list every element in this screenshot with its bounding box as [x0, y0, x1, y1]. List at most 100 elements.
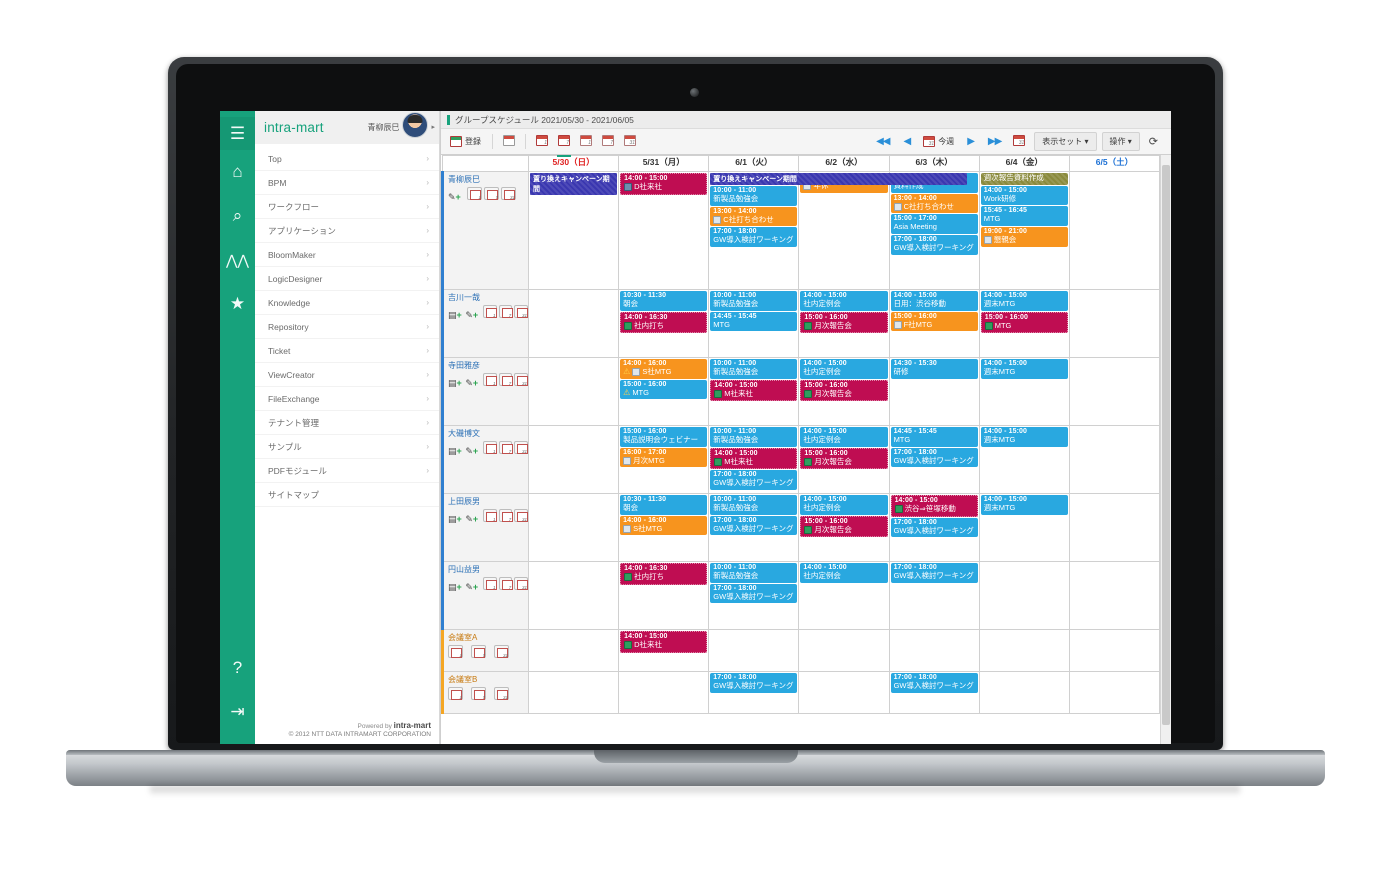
sidebar-item-2[interactable]: BPM › [255, 171, 439, 195]
calendar-event[interactable]: 14:45 - 15:45 MTG [710, 311, 798, 332]
sidebar-item-13[interactable]: サンプル › [255, 435, 439, 459]
sidebar-item-4[interactable]: アプリケーション › [255, 219, 439, 243]
calendar-event[interactable]: 10:00 - 11:00 新製品勉強会 [710, 427, 798, 447]
row-header-user[interactable]: 上田辰男 ▤+ ✎+ 1 7 31 [441, 493, 529, 562]
add-member-icon[interactable]: ▤+ [448, 305, 463, 320]
schedule-cell[interactable] [1068, 561, 1160, 630]
first-page-button[interactable]: ◀◀ [870, 134, 895, 149]
schedule-cell[interactable] [888, 629, 980, 672]
schedule-cell[interactable]: 14:00 - 15:00 D社来社 [618, 171, 710, 290]
view-list-icon[interactable] [499, 131, 519, 153]
people-icon[interactable]: ⋀⋀ [220, 238, 255, 282]
schedule-cell[interactable]: 10:00 - 11:00 新製品勉強会 14:00 - 15:00 M社来社 [708, 357, 800, 426]
campaign-banner-2[interactable]: 置り換えキャンペーン期間 [710, 173, 968, 185]
calendar-event[interactable]: 14:00 - 15:00 週末MTG [980, 427, 1068, 447]
sidebar-item-15[interactable]: サイトマップ [255, 483, 439, 507]
schedule-cell[interactable]: 14:00 - 15:00 社内定例会 [798, 561, 890, 630]
next-page-button[interactable]: ▶ [961, 134, 980, 149]
sidebar-item-3[interactable]: ワークフロー › [255, 195, 439, 219]
schedule-cell[interactable] [1068, 425, 1160, 494]
month-schedule-icon[interactable]: 31 [494, 687, 509, 700]
add-member-icon[interactable]: ▤+ [448, 441, 463, 456]
refresh-button[interactable]: ⟳ [1142, 133, 1165, 150]
schedule-cell[interactable] [978, 561, 1070, 630]
today-button[interactable]: 31 今週 [918, 134, 959, 149]
calendar-event[interactable]: 17:00 - 18:00 GW導入検討ワーキング [890, 563, 978, 583]
calendar-event[interactable]: 15:00 - 16:00 月次報告会 [800, 311, 888, 334]
day-schedule-icon[interactable]: 1 [482, 373, 497, 386]
month-schedule-icon[interactable]: 31 [514, 373, 528, 386]
calendar-event[interactable]: 14:00 - 15:00 週末MTG [980, 291, 1068, 311]
calendar-event[interactable]: 10:30 - 11:30 朝会 [620, 291, 708, 311]
sidebar-item-9[interactable]: Ticket › [255, 339, 439, 363]
last-page-button[interactable]: ▶▶ [982, 134, 1007, 149]
prev-page-button[interactable]: ◀ [897, 134, 916, 149]
sidebar-item-5[interactable]: BloomMaker › [255, 243, 439, 267]
calendar-event[interactable]: 14:00 - 15:00 社内定例会 [800, 563, 888, 583]
schedule-cell[interactable] [978, 629, 1070, 672]
row-header-room[interactable]: 会議室A 1 7 31 [441, 629, 529, 672]
week-schedule-icon[interactable]: 7 [471, 687, 486, 700]
week-schedule-icon[interactable]: 7 [498, 441, 513, 454]
row-header-user[interactable]: 大磯博文 ▤+ ✎+ 1 7 31 [441, 425, 529, 494]
schedule-cell[interactable] [1068, 171, 1160, 290]
calendar-event[interactable]: 17:00 - 18:00 GW導入検討ワーキング [890, 447, 978, 468]
day-header-3[interactable]: 6/1（火） [708, 155, 800, 172]
schedule-cell[interactable]: 17:00 - 18:00 GW導入検討ワーキング [888, 671, 980, 714]
mail-icon[interactable]: ✎+ [448, 187, 465, 202]
schedule-cell[interactable]: 週次報告資料作成 14:00 - 15:00 Work研修 15:45 - 16:45… [978, 171, 1070, 290]
calendar-event[interactable]: 17:00 - 18:00 GW導入検討ワーキング [890, 517, 978, 538]
add-member-icon[interactable]: ▤+ [448, 577, 463, 592]
day-header-1[interactable]: 5/30（日） [527, 155, 620, 172]
schedule-cell[interactable]: 17:00 - 18:00 GW導入検討ワーキング [708, 671, 800, 714]
calendar-event[interactable]: 15:00 - 16:00 月次報告会 [800, 515, 888, 538]
sidebar-item-6[interactable]: LogicDesigner › [255, 267, 439, 291]
schedule-cell[interactable] [1068, 289, 1160, 358]
home-icon[interactable]: ⌂ [220, 150, 255, 194]
schedule-cell[interactable]: 10:30 - 11:30 朝会 14:00 - 16:30 社内打ち [618, 289, 710, 358]
calendar-event[interactable]: 10:00 - 11:00 新製品勉強会 [710, 495, 798, 515]
schedule-cell[interactable]: 10:00 - 12:00資料作成13:00 - 14:00C社打ち合わせ15:… [888, 171, 980, 290]
schedule-cell[interactable] [527, 289, 620, 358]
calendar-event[interactable]: 17:00 - 18:00 GW導入検討ワーキング [710, 583, 798, 604]
week-schedule-icon[interactable]: 7 [471, 645, 486, 658]
calendar-event[interactable]: 17:00 - 18:00 GW導入検討ワーキング [710, 227, 798, 248]
schedule-cell[interactable]: 10:00 - 11:00 新製品勉強会 17:00 - 18:00 GW導入検討ワー… [708, 493, 800, 562]
calendar-event[interactable]: 15:00 - 16:00 月次報告会 [800, 447, 888, 470]
search-icon[interactable]: ⌕ [220, 194, 255, 238]
sidebar-item-8[interactable]: Repository › [255, 315, 439, 339]
row-header-user[interactable]: 青柳辰巳 ✎+ 1 7 31 [441, 171, 529, 290]
calendar-event[interactable]: 14:00 - 15:00 社内定例会 [800, 359, 888, 379]
scrollbar-thumb[interactable] [1162, 165, 1170, 725]
schedule-cell[interactable]: 14:45 - 15:45 MTG 17:00 - 18:00 GW導入検討ワーキング [888, 425, 980, 494]
month-schedule-icon[interactable]: 31 [514, 509, 528, 522]
calendar-event[interactable]: 14:00 - 15:00 D社来社 [620, 173, 708, 195]
month-schedule-icon[interactable]: 31 [514, 577, 528, 590]
calendar-event[interactable]: 14:00 - 15:00 M社来社 [710, 379, 798, 402]
schedule-cell[interactable]: 14:00 - 15:00 週末MTG [978, 425, 1070, 494]
day-header-6[interactable]: 6/4（金） [978, 155, 1070, 172]
user-chip[interactable]: 青柳辰巳 ▸ [367, 112, 435, 138]
calendar-event[interactable]: 19:00 - 21:00 懇親会 [980, 226, 1068, 247]
week-schedule-icon[interactable]: 7 [498, 577, 513, 590]
day-header-7[interactable]: 6/5（土） [1068, 155, 1160, 172]
schedule-cell[interactable]: 10:30 - 11:30 朝会 14:00 - 16:00 S社MTG [618, 493, 710, 562]
calendar-event[interactable]: 14:00 - 15:00 M社来社 [710, 447, 798, 470]
row-header-room[interactable]: 会議室B 1 7 31 [441, 671, 529, 714]
calendar-event[interactable]: 15:00 - 16:00 F社MTG [890, 311, 978, 332]
calendar-event[interactable]: 14:00 - 15:00 社内定例会 [800, 495, 888, 515]
hamburger-menu-icon[interactable]: ☰ [220, 117, 255, 150]
calendar-event[interactable]: 14:00 - 15:00 Work研修 [980, 185, 1068, 206]
calendar-event[interactable]: 15:00 - 16:00 月次報告会 [800, 379, 888, 402]
schedule-cell[interactable] [1068, 671, 1160, 714]
day-schedule-icon[interactable]: 1 [482, 305, 497, 318]
add-member-icon[interactable]: ▤+ [448, 509, 463, 524]
calendar-event[interactable]: 週次報告資料作成 [980, 173, 1068, 185]
month-schedule-icon[interactable]: 31 [514, 305, 528, 318]
calendar-event[interactable]: 14:00 - 15:00 日用：渋谷移動 [890, 291, 978, 311]
month-schedule-icon[interactable]: 31 [514, 441, 528, 454]
schedule-cell[interactable] [798, 671, 890, 714]
mail-icon[interactable]: ✎+ [465, 441, 480, 456]
schedule-cell[interactable]: 14:00 - 15:00 渋谷⇒笹塚移動 17:00 - 18:00 GW導入検討ワ… [888, 493, 980, 562]
schedule-cell[interactable]: 14:00 - 15:00年休 [798, 171, 890, 290]
